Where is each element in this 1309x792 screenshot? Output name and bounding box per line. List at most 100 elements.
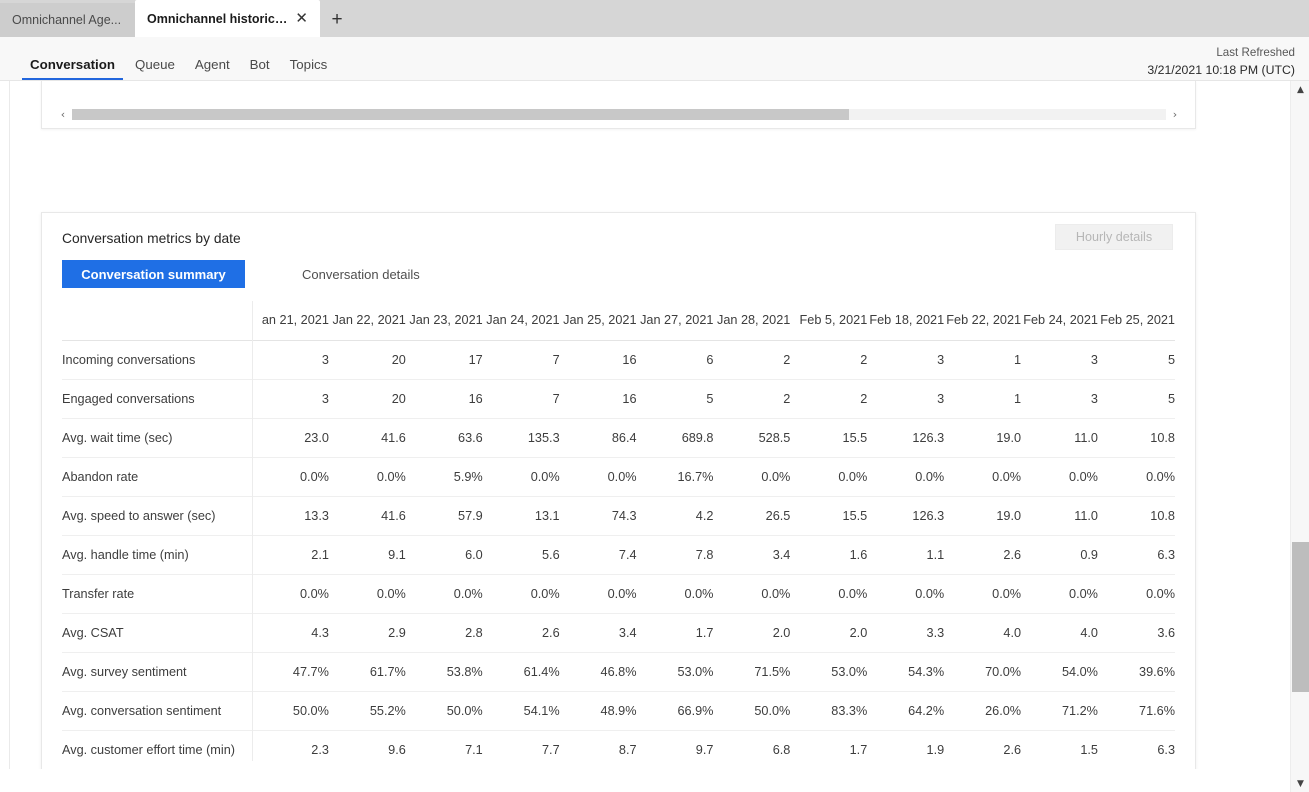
browser-tab-inactive[interactable]: Omnichannel Age... <box>0 3 135 37</box>
chevron-left-icon[interactable]: ‹ <box>54 107 72 122</box>
column-header[interactable]: Feb 5, 2021 <box>790 301 868 340</box>
row-header: Abandon rate <box>62 457 253 496</box>
row-header: Incoming conversations <box>62 340 253 379</box>
column-header[interactable]: Jan 25, 2021 <box>560 301 636 340</box>
table-cell: 2.9 <box>388 625 406 640</box>
table-cell: 0.0% <box>376 469 406 484</box>
table-cell: 13.1 <box>534 508 560 523</box>
table-cell: 53.8% <box>446 664 483 679</box>
tab-label: Agent <box>194 57 230 72</box>
row-header: Avg. wait time (sec) <box>62 418 253 457</box>
scrollbar-thumb[interactable] <box>1292 542 1309 692</box>
table-cell: 50.0% <box>754 703 791 718</box>
table-cell: 46.8% <box>600 664 637 679</box>
table-cell: 4.0 <box>1080 625 1098 640</box>
table-cell: 13.3 <box>304 508 329 523</box>
table-cell: 1.9 <box>926 742 945 757</box>
table-cell: 0.0% <box>607 586 637 601</box>
column-header[interactable]: Feb 25, 2021 <box>1098 301 1175 340</box>
table-cell: 0.0% <box>453 586 483 601</box>
chevron-down-icon[interactable]: ▼ <box>1291 775 1309 792</box>
table-cell: 3 <box>321 352 329 367</box>
table-cell: 7 <box>552 352 560 367</box>
table-row: Incoming conversations 3 20 17 7 16 6 2 2 3 1 3 5 <box>62 340 1175 379</box>
page-vertical-scrollbar[interactable]: ▲ ▼ <box>1290 81 1309 792</box>
column-header[interactable]: Jan 28, 2021 <box>713 301 790 340</box>
column-header[interactable]: Feb 18, 2021 <box>867 301 944 340</box>
table-cell: 2.8 <box>465 625 483 640</box>
column-header[interactable]: Feb 22, 2021 <box>944 301 1021 340</box>
close-icon[interactable]: ✕ <box>295 11 308 26</box>
hourly-details-button[interactable]: Hourly details <box>1055 224 1173 250</box>
table-cell: 61.4% <box>523 664 560 679</box>
table-cell: 0.0% <box>992 469 1022 484</box>
table-cell: 0.0% <box>299 586 329 601</box>
table-cell: 71.5% <box>754 664 791 679</box>
table-cell: 135.3 <box>527 430 560 445</box>
plus-icon[interactable]: + <box>320 3 354 37</box>
table-cell: 20 <box>391 391 406 406</box>
table-cell: 0.0% <box>992 586 1022 601</box>
table-cell: 1.6 <box>849 547 868 562</box>
table-cell: 0.0% <box>1146 469 1175 484</box>
table-cell: 0.0% <box>1069 586 1098 601</box>
metrics-table-head: an 21, 2021 Jan 22, 2021 Jan 23, 2021 Ja… <box>62 301 1175 340</box>
pivot-conversation-summary[interactable]: Conversation summary <box>62 260 245 288</box>
tab-label: Conversation <box>30 57 115 72</box>
table-cell: 41.6 <box>381 508 406 523</box>
table-cell: 0.0% <box>1146 586 1175 601</box>
tab-queue[interactable]: Queue <box>125 57 185 80</box>
table-cell: 2 <box>783 352 791 367</box>
report-canvas: ‹ › Conversation metrics by date Hourly … <box>0 81 1290 792</box>
table-cell: 3.4 <box>618 625 637 640</box>
table-cell: 2 <box>860 352 868 367</box>
table-cell: 2.3 <box>311 742 329 757</box>
tab-agent[interactable]: Agent <box>185 57 240 80</box>
table-cell: 48.9% <box>600 703 637 718</box>
column-header[interactable]: Feb 24, 2021 <box>1021 301 1098 340</box>
column-header[interactable]: an 21, 2021 <box>252 301 329 340</box>
tab-conversation[interactable]: Conversation <box>20 57 125 80</box>
table-cell: 0.0% <box>684 586 714 601</box>
metrics-table-body: Incoming conversations 3 20 17 7 16 6 2 2 3 1 3 5 Eng… <box>62 340 1175 761</box>
tab-topics[interactable]: Topics <box>280 57 338 80</box>
table-cell: 0.0% <box>376 586 406 601</box>
table-cell: 2.0 <box>849 625 868 640</box>
table-cell: 6.3 <box>1157 547 1175 562</box>
table-cell: 64.2% <box>908 703 945 718</box>
table-cell: 16 <box>468 391 483 406</box>
table-cell: 4.0 <box>1003 625 1022 640</box>
column-header[interactable]: Jan 22, 2021 <box>329 301 405 340</box>
tab-bot[interactable]: Bot <box>240 57 280 80</box>
chevron-right-icon[interactable]: › <box>1166 107 1184 122</box>
row-header: Avg. handle time (min) <box>62 535 253 574</box>
metrics-table: an 21, 2021 Jan 22, 2021 Jan 23, 2021 Ja… <box>62 301 1175 761</box>
table-cell: 86.4 <box>611 430 637 445</box>
table-cell: 0.0% <box>607 469 637 484</box>
row-header: Transfer rate <box>62 574 253 613</box>
column-header[interactable]: Jan 27, 2021 <box>637 301 713 340</box>
table-cell: 2 <box>783 391 791 406</box>
pivot-conversation-details[interactable]: Conversation details <box>286 260 436 288</box>
browser-tab-active[interactable]: Omnichannel historical an... ✕ <box>135 0 320 37</box>
table-cell: 26.5 <box>765 508 791 523</box>
column-header[interactable]: Jan 23, 2021 <box>406 301 482 340</box>
table-cell: 53.0% <box>831 664 868 679</box>
scrollbar-thumb[interactable] <box>72 109 849 120</box>
row-header: Engaged conversations <box>62 379 253 418</box>
table-cell: 2.6 <box>1003 547 1022 562</box>
metrics-table-wrapper: an 21, 2021 Jan 22, 2021 Jan 23, 2021 Ja… <box>62 301 1175 761</box>
table-cell: 7.1 <box>465 742 483 757</box>
scrollbar-track[interactable] <box>72 109 1166 120</box>
tab-label: Queue <box>134 57 175 72</box>
table-cell: 3 <box>937 391 945 406</box>
column-header[interactable]: Jan 24, 2021 <box>483 301 559 340</box>
table-cell: 1 <box>1014 391 1022 406</box>
table-row: Transfer rate 0.0% 0.0% 0.0% 0.0% 0.0% 0.0% 0.0… <box>62 574 1175 613</box>
upper-horizontal-scrollbar[interactable]: ‹ › <box>54 107 1184 122</box>
table-cell: 20 <box>391 352 406 367</box>
row-header: Avg. speed to answer (sec) <box>62 496 253 535</box>
chevron-up-icon[interactable]: ▲ <box>1291 81 1309 98</box>
browser-tab-label: Omnichannel historical an... <box>147 11 287 26</box>
table-cell: 0.0% <box>1069 469 1098 484</box>
